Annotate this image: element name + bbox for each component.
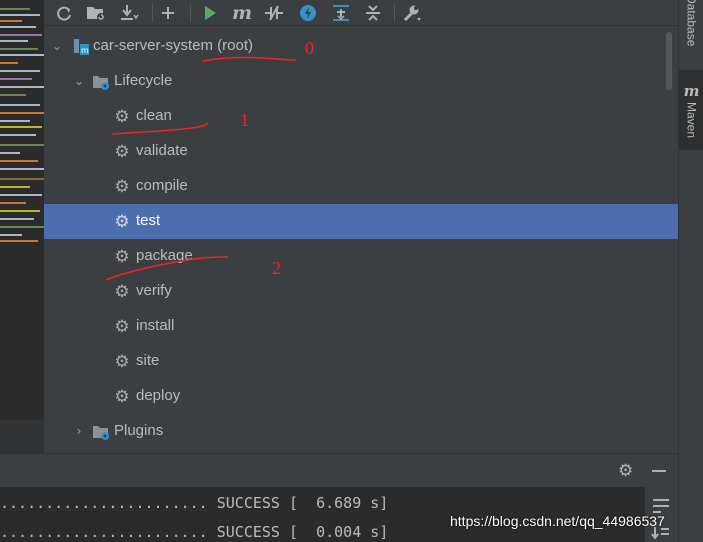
gear-icon: ⚙ <box>114 142 130 162</box>
lifecycle-label: Lifecycle <box>114 72 173 89</box>
maven-tab-label: Maven <box>684 101 699 139</box>
phase-label: site <box>136 352 160 369</box>
chevron-right-icon[interactable]: › <box>72 423 86 439</box>
toolbar-separator <box>152 4 153 22</box>
phase-label: compile <box>136 177 188 194</box>
gear-icon: ⚙ <box>114 212 130 232</box>
tree-row-project[interactable]: ⌄ m car-server-system (root) <box>44 29 678 64</box>
tree-row-phase[interactable]: ⚙ install <box>44 309 678 344</box>
settings-wrench-icon[interactable] <box>400 1 424 25</box>
maven-toolbar: m <box>44 0 678 26</box>
watermark-text: https://blog.csdn.net/qq_44986537 <box>450 513 665 529</box>
collapse-all-icon[interactable] <box>361 1 385 25</box>
tree-row-phase[interactable]: ⚙ compile <box>44 169 678 204</box>
annotation-number: 1 <box>240 110 249 130</box>
console-line: ....................... SUCCESS [ 6.689 … <box>0 494 389 512</box>
annotation-number: 2 <box>272 258 281 278</box>
minimize-icon[interactable] <box>652 470 666 472</box>
console-line: ....................... SUCCESS [ 0.004 … <box>0 523 389 541</box>
project-name: car-server-system (root) <box>93 37 254 54</box>
run-panel-header: ⚙ <box>0 453 678 487</box>
tree-row-phase[interactable]: ⚙ clean <box>44 99 678 134</box>
plugins-label: Plugins <box>114 422 164 439</box>
tree-row-plugins[interactable]: › Plugins <box>44 414 678 449</box>
folder-gear-icon <box>92 73 110 91</box>
gear-icon: ⚙ <box>114 282 130 302</box>
toolbar-separator <box>394 4 395 22</box>
ide-window: m ⌄ m car-server-system (root) ⌄ Lifecyc… <box>0 0 703 542</box>
chevron-down-icon[interactable]: ⌄ <box>72 73 86 89</box>
refresh-icon[interactable] <box>52 1 76 25</box>
maven-tab[interactable]: m Maven <box>679 70 703 150</box>
maven-projects-tree: ⌄ m car-server-system (root) ⌄ Lifecycle… <box>44 27 678 453</box>
svg-text:m: m <box>81 46 89 55</box>
toolbar-separator <box>190 4 191 22</box>
gear-icon: ⚙ <box>114 247 130 267</box>
toggle-offline-icon[interactable] <box>262 1 286 25</box>
gear-icon: ⚙ <box>114 317 130 337</box>
tree-row-phase[interactable]: ⚙ site <box>44 344 678 379</box>
editor-minimap <box>0 0 44 453</box>
gear-icon: ⚙ <box>114 107 130 127</box>
tree-row-phase[interactable]: ⚙ package <box>44 239 678 274</box>
tree-row-phase[interactable]: ⚙ validate <box>44 134 678 169</box>
tree-scrollbar[interactable] <box>666 32 672 90</box>
gear-icon[interactable]: ⚙ <box>618 461 633 481</box>
plus-icon[interactable] <box>156 1 180 25</box>
phase-label: validate <box>136 142 188 159</box>
gear-icon: ⚙ <box>114 177 130 197</box>
download-icon[interactable] <box>117 1 141 25</box>
gear-icon: ⚙ <box>114 387 130 407</box>
maven-m-icon[interactable]: m <box>230 1 254 25</box>
add-maven-project-icon[interactable] <box>84 1 108 25</box>
tree-row-phase-selected[interactable]: ⚙ test <box>44 204 678 239</box>
phase-label: verify <box>136 282 172 299</box>
right-tool-stripe: Database m Maven <box>678 0 703 542</box>
folder-gear-icon <box>92 423 110 441</box>
phase-label: deploy <box>136 387 181 404</box>
annotation-number: 0 <box>305 38 314 58</box>
maven-m-icon: m <box>683 81 700 100</box>
phase-label: package <box>136 247 193 264</box>
chevron-down-icon[interactable]: ⌄ <box>50 38 64 54</box>
tree-row-phase[interactable]: ⚙ verify <box>44 274 678 309</box>
gear-icon: ⚙ <box>114 352 130 372</box>
phase-label: clean <box>136 107 172 124</box>
phase-label: install <box>136 317 175 334</box>
run-icon[interactable] <box>198 1 222 25</box>
maven-project-icon: m <box>72 38 90 56</box>
database-tab[interactable]: Database <box>679 0 703 56</box>
phase-label: test <box>136 212 161 229</box>
show-dependencies-icon[interactable] <box>329 1 353 25</box>
skip-tests-icon[interactable] <box>296 1 320 25</box>
tree-row-phase[interactable]: ⚙ deploy <box>44 379 678 414</box>
tree-row-lifecycle[interactable]: ⌄ Lifecycle <box>44 64 678 99</box>
